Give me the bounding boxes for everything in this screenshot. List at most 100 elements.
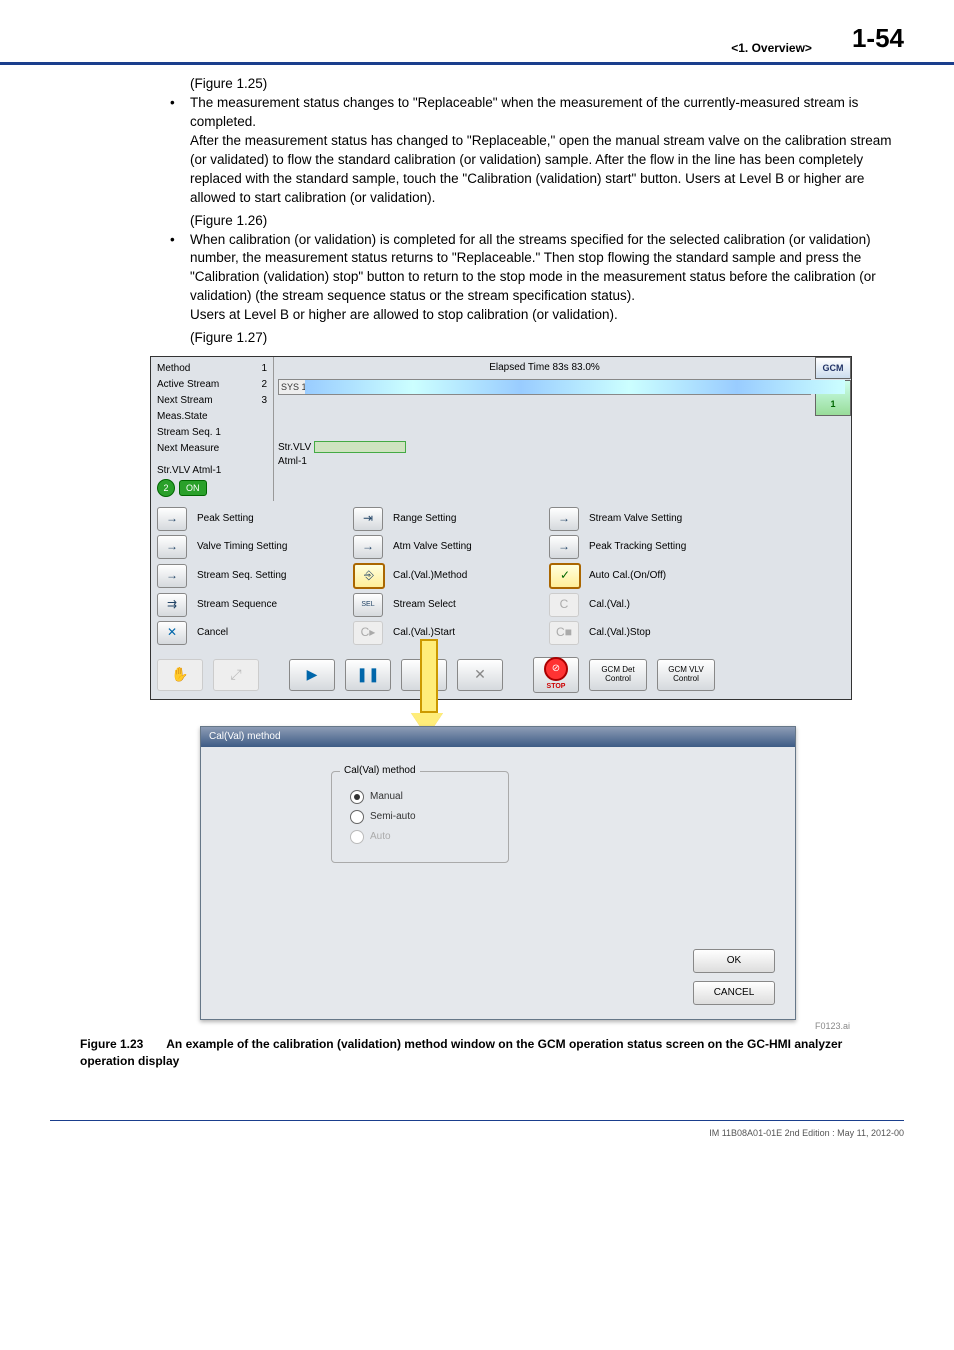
bullet-dot-icon: • (170, 94, 190, 132)
stop-caption: STOP (547, 682, 566, 692)
select-icon[interactable]: SEL (353, 593, 383, 617)
status-active-stream-val: 2 (261, 378, 267, 392)
radio-manual[interactable]: Manual (350, 790, 490, 804)
chart-area: Elapsed Time 83s 83.0% SYS 1 Str.VLV Atm… (274, 357, 815, 501)
dialog-title: Cal(Val) method (201, 727, 795, 747)
cal-val-button[interactable]: Cal.(Val.) (589, 598, 739, 612)
figure-wrap: Method 1 Active Stream 2 Next Stream 3 Meas… (150, 356, 894, 1033)
arrow-right-icon[interactable]: → (549, 535, 579, 559)
radio-icon (350, 790, 364, 804)
peak-setting-button[interactable]: Peak Setting (197, 512, 347, 526)
app-window: Method 1 Active Stream 2 Next Stream 3 Meas… (150, 356, 852, 700)
status-meas-state-key: Meas.State (157, 410, 208, 424)
system-tabs: GCM SYS 1 (815, 357, 851, 501)
valve-timing-setting-button[interactable]: Valve Timing Setting (197, 540, 347, 554)
range-setting-button[interactable]: Range Setting (393, 512, 543, 526)
status-next-stream-val: 3 (261, 394, 267, 408)
bullet-dot-icon: • (170, 231, 190, 307)
auto-cal-onoff-button[interactable]: Auto Cal.(On/Off) (589, 569, 739, 583)
page-number: 1-54 (852, 20, 904, 56)
cal-val-method-button[interactable]: Cal.(Val.)Method (393, 569, 543, 583)
status-next-measure-key: Next Measure (157, 442, 219, 456)
status-panel: Method 1 Active Stream 2 Next Stream 3 Meas… (151, 357, 274, 501)
strvlv-label-1: Str.VLV (278, 442, 311, 453)
bullet-2: • When calibration (or validation) is co… (170, 231, 894, 307)
cal-start-icon: C▸ (353, 621, 383, 645)
on-text-badge: ON (179, 480, 207, 497)
hand-icon: ✋ (157, 659, 203, 691)
status-next-stream-key: Next Stream (157, 394, 213, 408)
status-method-val: 1 (261, 362, 267, 376)
radio-semi-auto[interactable]: Semi-auto (350, 810, 490, 824)
arrow-right-icon[interactable]: → (353, 535, 383, 559)
status-method-key: Method (157, 362, 190, 376)
stream-select-button[interactable]: Stream Select (393, 598, 543, 612)
transport-bar: ✋ ⤢ ▶ ❚❚ ■ ✕ ⊘ STOP GCM Det Control (151, 651, 851, 699)
cal-val-start-button[interactable]: Cal.(Val.)Start (393, 626, 543, 640)
status-active-stream-key: Active Stream (157, 378, 219, 392)
para-2: Users at Level B or higher are allowed t… (190, 306, 894, 325)
radio-icon (350, 830, 364, 844)
dialog-ok-button[interactable]: OK (693, 949, 775, 973)
elapsed-time-label: Elapsed Time 83s 83.0% (278, 361, 811, 379)
progress-fill (305, 380, 845, 394)
pause-button[interactable]: ❚❚ (345, 659, 391, 691)
cal-method-icon[interactable]: ⎆ (353, 563, 385, 589)
cal-stop-icon: C■ (549, 621, 579, 645)
strvlv-display: Str.VLV Atml-1 (278, 441, 811, 469)
radio-auto: Auto (350, 830, 490, 844)
close-icon[interactable]: ✕ (157, 621, 187, 645)
radio-semi-auto-label: Semi-auto (370, 810, 416, 824)
bullet-1: • The measurement status changes to "Rep… (170, 94, 894, 132)
stop-square-button[interactable]: ■ (401, 659, 447, 691)
page-header: <1. Overview> 1-54 (0, 0, 954, 65)
fig-ref-125: (Figure 1.25) (190, 75, 894, 94)
gcm-det-control-button[interactable]: GCM Det Control (589, 659, 647, 691)
sequence-icon[interactable]: ⇉ (157, 593, 187, 617)
strvlv-bar-icon (314, 441, 406, 453)
content-area: (Figure 1.25) • The measurement status c… (0, 65, 954, 1090)
arrow-right-icon[interactable]: → (157, 507, 187, 531)
sys1-label: SYS 1 (281, 381, 307, 394)
arrow-right-icon[interactable]: → (549, 507, 579, 531)
status-stream-seq-key: Stream Seq. 1 (157, 426, 221, 440)
play-button[interactable]: ▶ (289, 659, 335, 691)
peak-tracking-setting-button[interactable]: Peak Tracking Setting (589, 540, 739, 554)
figure-file-id: F0123.ai (150, 1020, 870, 1033)
fig-ref-127: (Figure 1.27) (190, 329, 894, 348)
atm-valve-setting-button[interactable]: Atm Valve Setting (393, 540, 543, 554)
stream-sequence-button[interactable]: Stream Sequence (197, 598, 347, 612)
cal-val-stop-button[interactable]: Cal.(Val.)Stop (589, 626, 739, 640)
on-indicator: 2 ON (157, 479, 207, 497)
strvlv-label-2: Atml-1 (278, 456, 307, 467)
progress-bar: SYS 1 (278, 379, 811, 395)
bullet-2-text: When calibration (or validation) is comp… (190, 231, 894, 307)
fieldset-legend: Cal(Val) method (340, 764, 420, 778)
range-icon[interactable]: ⇥ (353, 507, 383, 531)
fig-ref-126: (Figure 1.26) (190, 212, 894, 231)
dialog-cancel-button[interactable]: CANCEL (693, 981, 775, 1005)
stream-seq-setting-button[interactable]: Stream Seq. Setting (197, 569, 347, 583)
emergency-stop-button[interactable]: ⊘ STOP (533, 657, 579, 693)
stop-icon: ⊘ (544, 657, 568, 681)
arrow-right-icon[interactable]: → (157, 535, 187, 559)
section-tag: <1. Overview> (731, 40, 812, 57)
expand-icon: ⤢ (213, 659, 259, 691)
cal-val-method-fieldset: Cal(Val) method Manual Semi-auto (331, 771, 509, 863)
on-circle-icon: 2 (157, 479, 175, 497)
check-icon[interactable]: ✓ (549, 563, 581, 589)
page-footer: IM 11B08A01-01E 2nd Edition : May 11, 20… (50, 1120, 904, 1140)
stream-valve-setting-button[interactable]: Stream Valve Setting (589, 512, 739, 526)
figure-caption-text: An example of the calibration (validatio… (80, 1037, 842, 1068)
cal-val-icon: C (549, 593, 579, 617)
radio-auto-label: Auto (370, 830, 391, 844)
arrow-right-icon[interactable]: → (157, 564, 187, 588)
cancel-button[interactable]: Cancel (197, 626, 347, 640)
para-1: After the measurement status has changed… (190, 132, 894, 208)
gcm-vlv-control-button[interactable]: GCM VLV Control (657, 659, 715, 691)
button-grid: → Peak Setting ⇥ Range Setting → Stream … (151, 501, 851, 651)
figure-caption-lead: Figure 1.23 (80, 1037, 143, 1051)
close-transport-button[interactable]: ✕ (457, 659, 503, 691)
tab-gcm[interactable]: GCM (815, 357, 851, 380)
radio-manual-label: Manual (370, 790, 403, 804)
